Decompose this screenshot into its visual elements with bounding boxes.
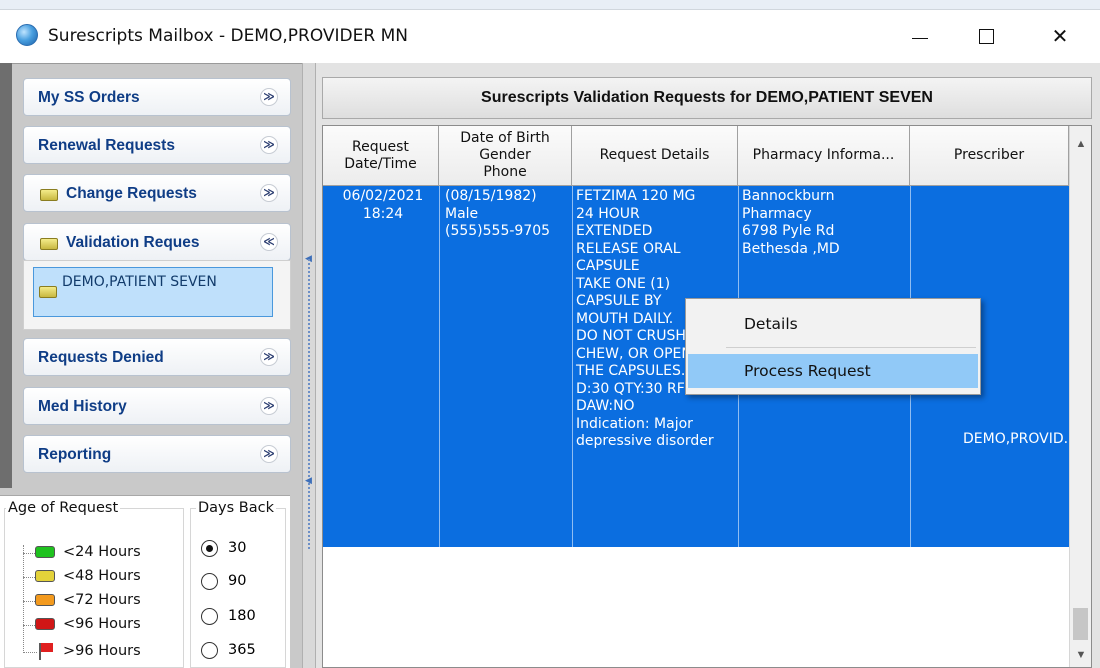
chevron-down-icon[interactable]: ≫ <box>260 184 278 202</box>
red-dot-icon <box>35 618 55 630</box>
age-label: <48 Hours <box>63 568 141 584</box>
radio-label: 90 <box>228 573 247 589</box>
age-of-request-box: <24 Hours <48 Hours <72 Hours <96 Hours … <box>4 508 184 668</box>
panel-splitter[interactable]: ◀ ◀ <box>302 63 316 668</box>
group-renewal-requests[interactable]: Renewal Requests ≫ <box>23 126 291 164</box>
splitter-grip <box>308 259 310 549</box>
radio-label: 365 <box>228 642 256 658</box>
age-label: <24 Hours <box>63 544 141 560</box>
yellow-tag-icon <box>40 189 58 201</box>
maximize-icon <box>978 28 994 44</box>
yellow-dot-icon <box>35 570 55 582</box>
panel-header: Surescripts Validation Requests for DEMO… <box>322 77 1092 119</box>
chevron-down-icon[interactable]: ≫ <box>260 445 278 463</box>
age-row: <72 Hours <box>35 588 141 612</box>
scroll-up-icon[interactable]: ▲ <box>1070 134 1092 154</box>
validation-requests-list: DEMO,PATIENT SEVEN <box>23 260 291 330</box>
column-header-details[interactable]: Request Details <box>572 126 738 186</box>
green-dot-icon <box>35 546 55 558</box>
age-of-request-title: Age of Request <box>6 500 121 516</box>
group-med-history[interactable]: Med History ≫ <box>23 387 291 425</box>
menu-item-process-request[interactable]: Process Request <box>688 354 978 388</box>
close-button[interactable]: ✕ <box>1030 16 1090 56</box>
tree-line <box>23 545 24 653</box>
column-header-dob[interactable]: Date of Birth Gender Phone <box>439 126 572 186</box>
close-icon: ✕ <box>1051 25 1069 48</box>
menu-item-details[interactable]: Details <box>688 307 978 341</box>
requests-grid: Request Date/Time Date of Birth Gender P… <box>322 125 1092 668</box>
radio-days-180[interactable]: 180 <box>201 604 256 628</box>
patient-name: DEMO,PATIENT SEVEN <box>62 274 217 290</box>
group-requests-denied[interactable]: Requests Denied ≫ <box>23 338 291 376</box>
minimize-icon <box>912 37 928 39</box>
age-label: <96 Hours <box>63 616 141 632</box>
group-my-ss-orders[interactable]: My SS Orders ≫ <box>23 78 291 116</box>
legend-panel: <24 Hours <48 Hours <72 Hours <96 Hours … <box>0 495 290 668</box>
group-validation-requests[interactable]: Validation Reques ≪ <box>23 223 291 261</box>
title-bar: Surescripts Mailbox - DEMO,PROVIDER MN ✕ <box>0 10 1100 60</box>
menu-separator <box>726 347 976 348</box>
chevron-down-icon[interactable]: ≫ <box>260 397 278 415</box>
days-back-title: Days Back <box>196 500 276 516</box>
radio-days-365[interactable]: 365 <box>201 638 256 662</box>
red-flag-icon <box>35 642 55 660</box>
column-header-prescriber[interactable]: Prescriber <box>910 126 1069 186</box>
column-header-datetime[interactable]: Request Date/Time <box>323 126 439 186</box>
radio-label: 180 <box>228 608 256 624</box>
group-label: Med History <box>38 398 127 415</box>
app-globe-icon <box>16 24 38 46</box>
cell-datetime: 06/02/2021 18:24 <box>342 188 424 222</box>
age-row: <48 Hours <box>35 564 141 588</box>
cell-pharmacy: Bannockburn Pharmacy 6798 Pyle Rd Bethes… <box>742 188 840 257</box>
column-header-pharmacy[interactable]: Pharmacy Informa... <box>738 126 910 186</box>
group-reporting[interactable]: Reporting ≫ <box>23 435 291 473</box>
group-label: Requests Denied <box>38 349 164 366</box>
radio-days-90[interactable]: 90 <box>201 569 246 593</box>
cell-prescriber: DEMO,PROVID... <box>963 431 1077 447</box>
cell-divider <box>572 186 573 547</box>
orange-dot-icon <box>35 594 55 606</box>
age-label: >96 Hours <box>63 643 141 659</box>
scroll-down-icon[interactable]: ▼ <box>1070 645 1092 665</box>
collapse-left-icon[interactable]: ◀ <box>305 475 312 486</box>
age-row: <96 Hours <box>35 612 141 636</box>
context-menu: Details Process Request <box>685 298 981 395</box>
list-item-patient[interactable]: DEMO,PATIENT SEVEN <box>33 267 273 317</box>
age-row: <24 Hours <box>35 540 141 564</box>
yellow-tag-icon <box>39 286 57 298</box>
minimize-button[interactable] <box>890 16 950 56</box>
window-title: Surescripts Mailbox - DEMO,PROVIDER MN <box>48 26 408 46</box>
radio-days-30[interactable]: 30 <box>201 536 246 560</box>
radio-button[interactable] <box>201 607 218 625</box>
cell-dob-gender-phone: (08/15/1982) Male (555)555-9705 <box>445 188 551 239</box>
group-label: Reporting <box>38 446 112 463</box>
chevron-down-icon[interactable]: ≫ <box>260 88 278 106</box>
group-label: Change Requests <box>66 185 197 202</box>
background-window-strip <box>0 0 1100 10</box>
maximize-button[interactable] <box>956 16 1016 56</box>
days-back-box: 30 90 180 365 <box>190 508 286 668</box>
scroll-thumb[interactable] <box>1073 608 1088 640</box>
cell-divider <box>439 186 440 547</box>
radio-button[interactable] <box>201 539 218 557</box>
chevron-down-icon[interactable]: ≫ <box>260 348 278 366</box>
radio-button[interactable] <box>201 572 218 590</box>
group-label: My SS Orders <box>38 89 140 106</box>
chevron-down-icon[interactable]: ≫ <box>260 136 278 154</box>
chevron-up-icon[interactable]: ≪ <box>260 233 278 251</box>
sidebar-edge <box>0 63 12 488</box>
group-label: Renewal Requests <box>38 137 175 154</box>
vertical-scrollbar[interactable]: ▲ ▼ <box>1069 126 1091 667</box>
group-change-requests[interactable]: Change Requests ≫ <box>23 174 291 212</box>
age-label: <72 Hours <box>63 592 141 608</box>
group-label: Validation Reques <box>66 234 200 251</box>
yellow-tag-icon <box>40 238 58 250</box>
radio-label: 30 <box>228 540 247 556</box>
age-row: >96 Hours <box>35 639 141 663</box>
radio-button[interactable] <box>201 641 218 659</box>
